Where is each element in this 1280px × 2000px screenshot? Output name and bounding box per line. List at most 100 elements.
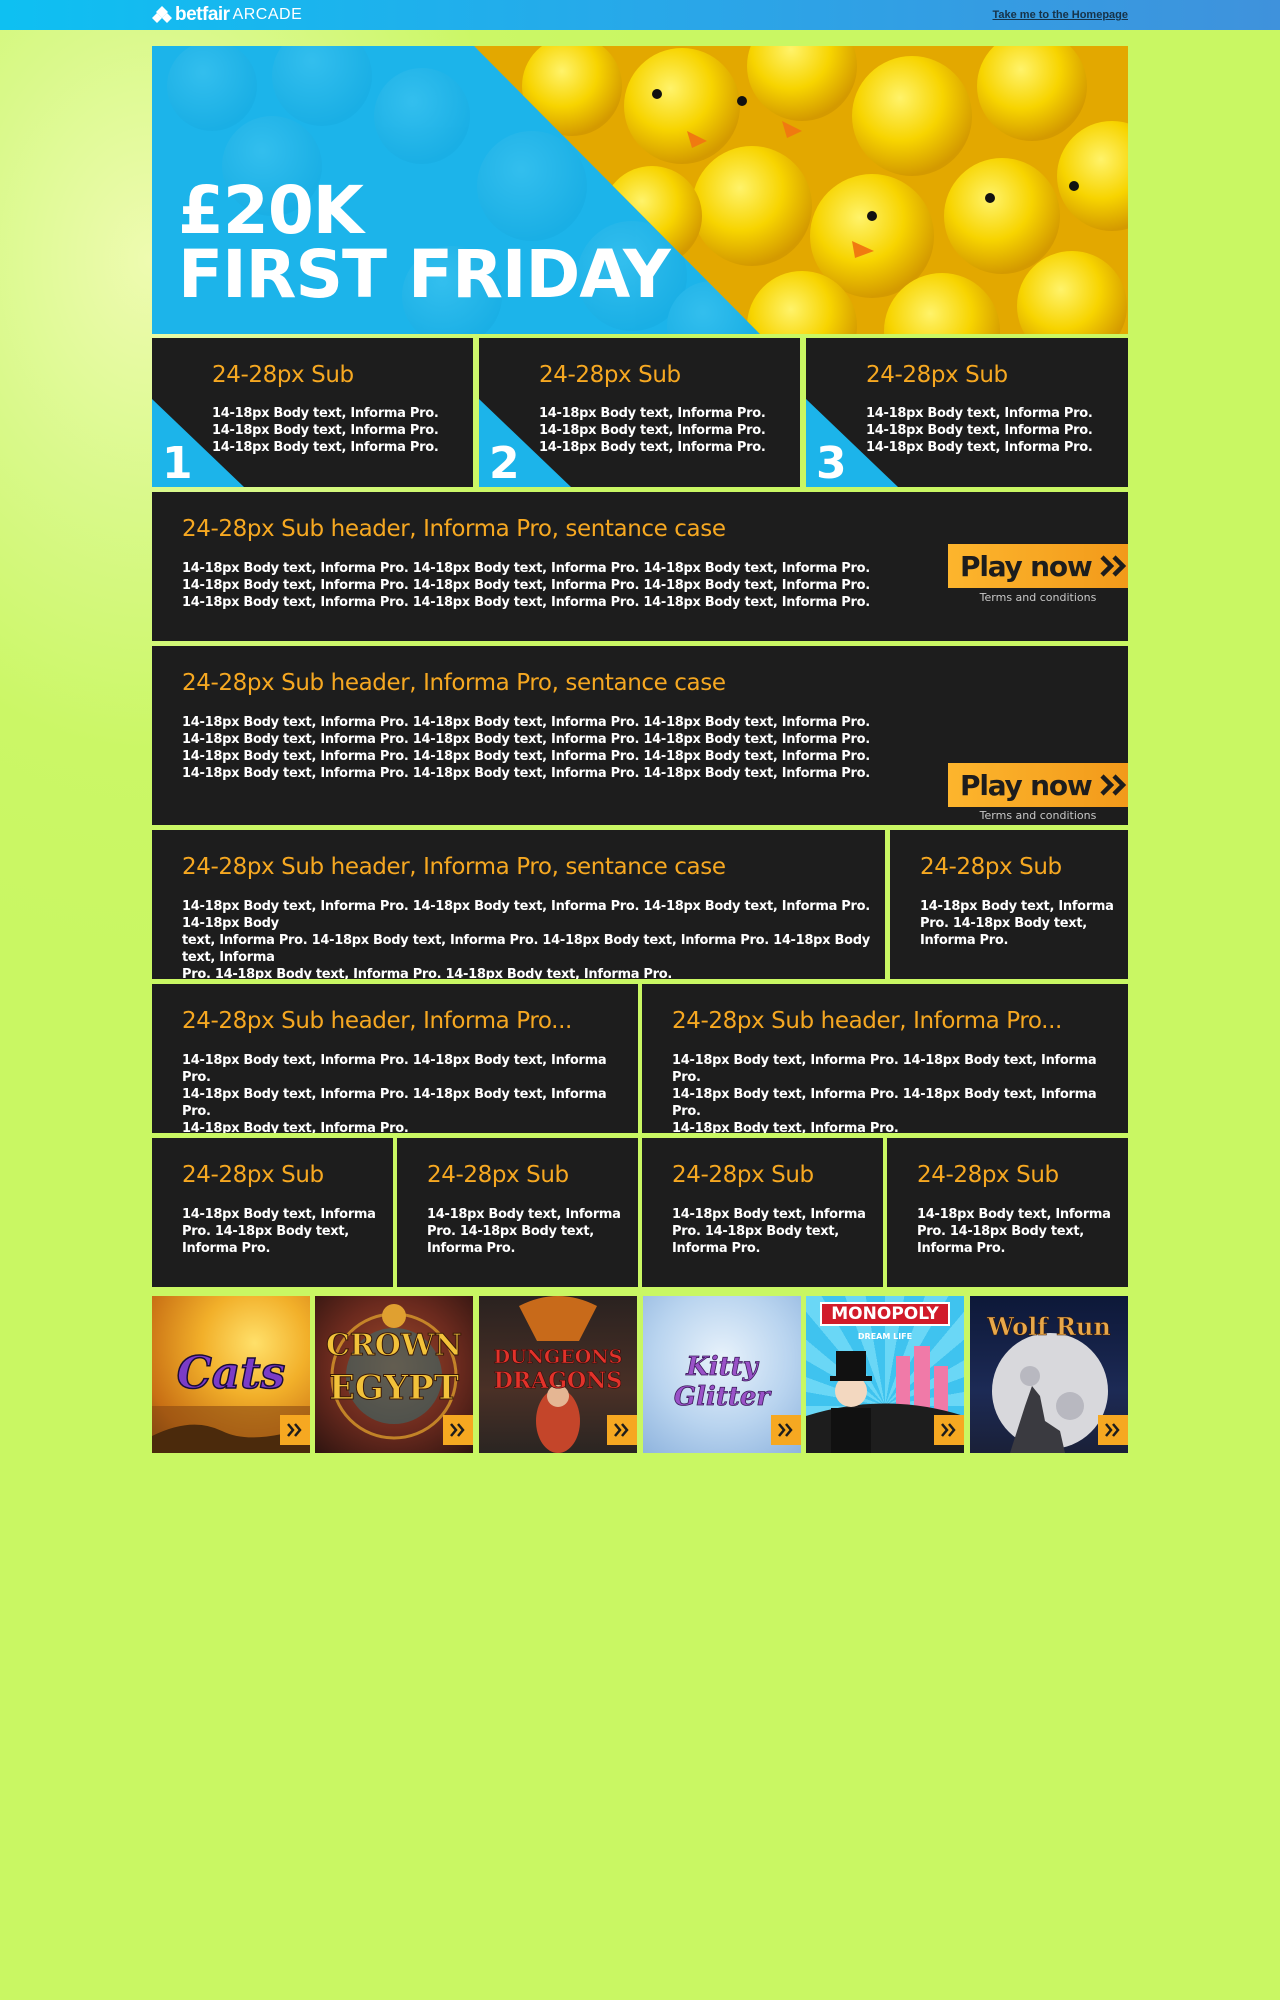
body-line: 14-18px Body text, Informa (427, 1207, 621, 1222)
betfair-arcade-logo[interactable]: betfair ARCADE (152, 4, 302, 25)
play-now-button[interactable]: Play now (948, 763, 1128, 807)
play-arrow-icon[interactable] (771, 1415, 801, 1445)
play-arrow-icon[interactable] (443, 1415, 473, 1445)
promo-title: 24-28px Sub header, Informa Pro, sentanc… (182, 516, 726, 542)
body-line: Pro. 14-18px Body text, (920, 916, 1087, 931)
panel-title: 24-28px Sub (427, 1162, 569, 1188)
body-line: Informa Pro. (427, 1241, 516, 1256)
game-title-line-1: DUNGEONS (493, 1346, 623, 1369)
double-chevron-icon (1100, 774, 1126, 796)
body-line: 14-18px Body text, Informa Pro. 14-18px … (182, 1053, 607, 1085)
game-tile-wolf-run[interactable]: Wolf Run (970, 1296, 1128, 1453)
body-line: 14-18px Body text, Informa Pro. 14-18px … (182, 766, 870, 781)
body-line: Informa Pro. (182, 1241, 271, 1256)
body-line: 14-18px Body text, Informa Pro. (212, 423, 439, 438)
promo-body: 14-18px Body text, Informa Pro. 14-18px … (182, 560, 870, 611)
body-line: Pro. 14-18px Body text, (672, 1224, 839, 1239)
panel-title: 24-28px Sub header, Informa Pro... (672, 1008, 1062, 1034)
body-line: 14-18px Body text, Informa Pro. (539, 440, 766, 455)
game-title: Wolf Run (987, 1312, 1111, 1342)
game-title-line-2: EGYPT (328, 1368, 460, 1409)
game-tile-crown-of-egypt[interactable]: CROWN EGYPT (315, 1296, 473, 1453)
game-title: MONOPOLY (820, 1302, 950, 1326)
body-line: 14-18px Body text, Informa (920, 899, 1114, 914)
body-line: 14-18px Body text, Informa Pro. 14-18px … (182, 732, 870, 747)
homepage-link[interactable]: Take me to the Homepage (993, 9, 1129, 21)
play-now-button[interactable]: Play now (948, 544, 1128, 588)
game-tile-monopoly[interactable]: MONOPOLY DREAM LIFE (806, 1296, 964, 1453)
body-line: Pro. 14-18px Body text, Informa Pro. 14-… (182, 967, 673, 979)
promo-body: 14-18px Body text, Informa Pro. 14-18px … (182, 714, 870, 782)
panel-title: 24-28px Sub header, Informa Pro... (182, 1008, 572, 1034)
body-line: 14-18px Body text, Informa (917, 1207, 1111, 1222)
body-line: 14-18px Body text, Informa (182, 1207, 376, 1222)
game-title: Cats (176, 1347, 286, 1400)
panel-title: 24-28px Sub header, Informa Pro, sentanc… (182, 854, 726, 880)
narrow-panel: 24-28px Sub 14-18px Body text, Informa P… (890, 830, 1128, 979)
play-now-label: Play now (960, 549, 1093, 583)
terms-link[interactable]: Terms and conditions (948, 809, 1128, 822)
body-line: Pro. 14-18px Body text, (427, 1224, 594, 1239)
play-now-label: Play now (960, 768, 1093, 802)
body-line: 14-18px Body text, Informa Pro. 14-18px … (182, 561, 870, 576)
game-tile-cats[interactable]: Cats (152, 1296, 310, 1453)
promo-title: 24-28px Sub header, Informa Pro, sentanc… (182, 670, 726, 696)
panel-title: 24-28px Sub (182, 1162, 324, 1188)
body-line: Informa Pro. (920, 933, 1009, 948)
hero-headline: FIRST FRIDAY (178, 236, 671, 313)
step-panel-1: 1 24-28px Sub 14-18px Body text, Informa… (152, 338, 473, 487)
body-line: 14-18px Body text, Informa Pro. (539, 406, 766, 421)
half-panel-1: 24-28px Sub header, Informa Pro... 14-18… (152, 984, 638, 1133)
body-line: 14-18px Body text, Informa Pro. (182, 1121, 409, 1133)
body-line: 14-18px Body text, Informa Pro. 14-18px … (672, 1087, 1097, 1119)
body-line: 14-18px Body text, Informa Pro. 14-18px … (182, 1087, 607, 1119)
body-line: 14-18px Body text, Informa Pro. (866, 423, 1093, 438)
step-body: 14-18px Body text, Informa Pro. 14-18px … (866, 405, 1093, 456)
step-number: 2 (489, 438, 520, 487)
play-arrow-icon[interactable] (1098, 1415, 1128, 1445)
body-line: Pro. 14-18px Body text, (182, 1224, 349, 1239)
body-line: 14-18px Body text, Informa Pro. (866, 440, 1093, 455)
panel-body: 14-18px Body text, Informa Pro. 14-18px … (182, 1206, 376, 1257)
terms-link[interactable]: Terms and conditions (948, 591, 1128, 604)
panel-body: 14-18px Body text, Informa Pro. 14-18px … (182, 1052, 638, 1133)
panel-body: 14-18px Body text, Informa Pro. 14-18px … (920, 898, 1114, 949)
brand-name: betfair (175, 4, 230, 25)
step-body: 14-18px Body text, Informa Pro. 14-18px … (212, 405, 439, 456)
game-title-line-2: DRAGONS (493, 1368, 623, 1395)
step-panel-2: 2 24-28px Sub 14-18px Body text, Informa… (479, 338, 800, 487)
hero-banner: £20K FIRST FRIDAY (152, 46, 1128, 334)
panel-body: 14-18px Body text, Informa Pro. 14-18px … (427, 1206, 621, 1257)
step-panel-3: 3 24-28px Sub 14-18px Body text, Informa… (806, 338, 1128, 487)
play-arrow-icon[interactable] (280, 1415, 310, 1445)
panel-body: 14-18px Body text, Informa Pro. 14-18px … (672, 1052, 1128, 1133)
play-arrow-icon[interactable] (607, 1415, 637, 1445)
step-title: 24-28px Sub (539, 362, 681, 388)
body-line: 14-18px Body text, Informa Pro. 14-18px … (182, 715, 870, 730)
panel-title: 24-28px Sub (672, 1162, 814, 1188)
body-line: text, Informa Pro. 14-18px Body text, In… (182, 933, 870, 965)
body-line: 14-18px Body text, Informa Pro. (212, 440, 439, 455)
panel-body: 14-18px Body text, Informa Pro. 14-18px … (672, 1206, 866, 1257)
body-line: 14-18px Body text, Informa Pro. (539, 423, 766, 438)
half-panel-2: 24-28px Sub header, Informa Pro... 14-18… (642, 984, 1128, 1133)
hero-title: £20K FIRST FRIDAY (178, 178, 671, 313)
step-number: 1 (162, 438, 193, 487)
step-title: 24-28px Sub (866, 362, 1008, 388)
quarter-panel-2: 24-28px Sub 14-18px Body text, Informa P… (397, 1138, 638, 1287)
play-arrow-icon[interactable] (934, 1415, 964, 1445)
body-line: 14-18px Body text, Informa Pro. (212, 406, 439, 421)
wide-panel: 24-28px Sub header, Informa Pro, sentanc… (152, 830, 885, 979)
game-title-line-1: CROWN (325, 1328, 463, 1364)
step-title: 24-28px Sub (212, 362, 354, 388)
game-tile-dungeons-dragons[interactable]: DUNGEONS DRAGONS (479, 1296, 637, 1453)
body-line: 14-18px Body text, Informa (672, 1207, 866, 1222)
game-title: Kitty Glitter (673, 1352, 771, 1413)
panel-title: 24-28px Sub (920, 854, 1062, 880)
body-line: 14-18px Body text, Informa Pro. 14-18px … (182, 749, 870, 764)
step-body: 14-18px Body text, Informa Pro. 14-18px … (539, 405, 766, 456)
game-tile-kitty-glitter[interactable]: Kitty Glitter (643, 1296, 801, 1453)
body-line: 14-18px Body text, Informa Pro. 14-18px … (182, 899, 870, 931)
double-chevron-icon (1100, 555, 1126, 577)
body-line: 14-18px Body text, Informa Pro. 14-18px … (672, 1053, 1097, 1085)
